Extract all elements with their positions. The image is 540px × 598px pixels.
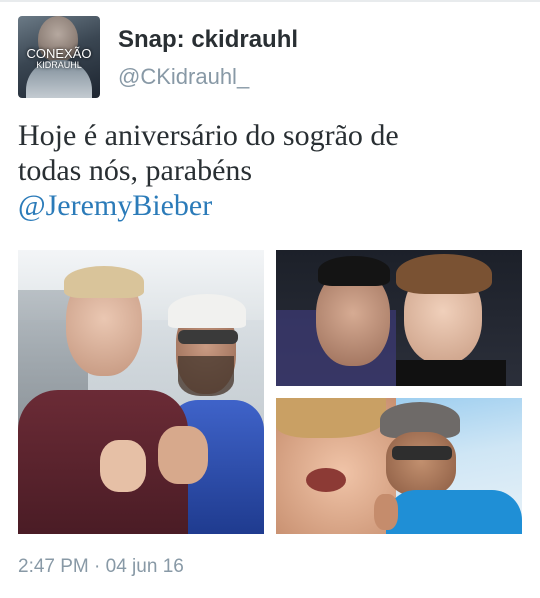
- tweet-text-line1: Hoje é aniversário do sogrão de: [18, 119, 399, 152]
- tweet-timestamp[interactable]: 2:47 PM · 04 jun 16: [18, 556, 184, 578]
- tweet-text: Hoje é aniversário do sogrão de todas nó…: [18, 118, 523, 223]
- tweet-text-line2: todas nós, parabéns: [18, 154, 253, 187]
- user-handle[interactable]: @CKidrauhl_: [118, 64, 249, 90]
- tweet-photo-3[interactable]: [276, 398, 522, 534]
- display-name[interactable]: Snap: ckidrauhl: [118, 26, 298, 54]
- avatar-text-line1: CONEXÃO: [26, 46, 92, 61]
- avatar-text-line2: KIDRAUHL: [36, 60, 82, 70]
- tweet-photo-2[interactable]: [276, 250, 522, 386]
- avatar[interactable]: CONEXÃO KIDRAUHL: [18, 16, 100, 98]
- tweet-photo-1[interactable]: [18, 250, 264, 534]
- top-divider: [0, 0, 540, 2]
- mention-link[interactable]: @JeremyBieber: [18, 189, 212, 222]
